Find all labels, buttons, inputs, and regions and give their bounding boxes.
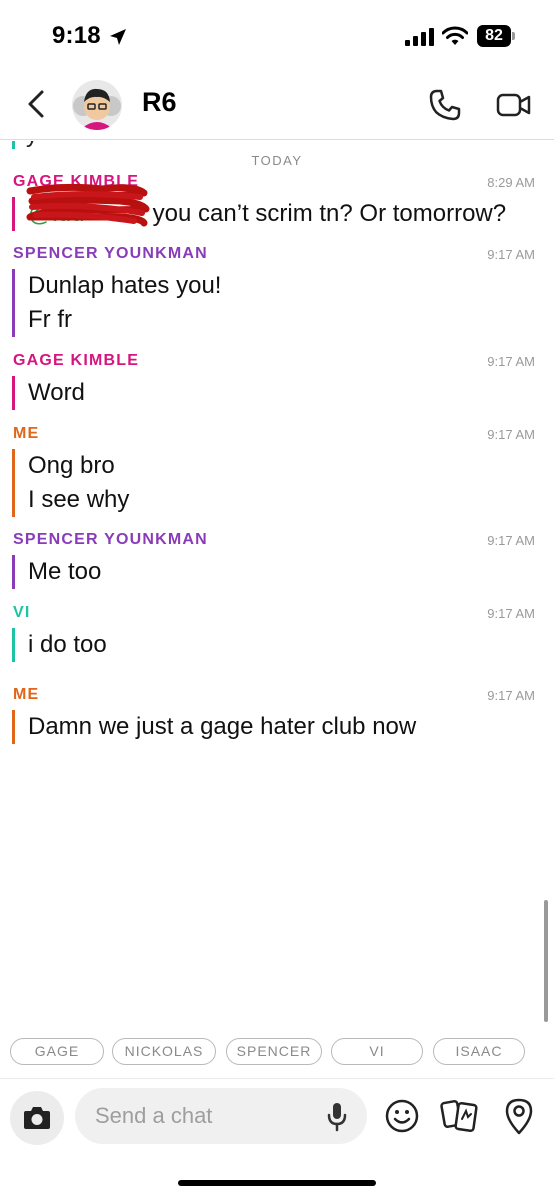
message-line: Ong bro: [28, 452, 115, 479]
scrollbar[interactable]: [544, 900, 548, 1022]
cards-icon[interactable]: [440, 1097, 480, 1135]
back-icon[interactable]: [22, 88, 50, 120]
chip-nickolas[interactable]: NICKOLAS: [112, 1038, 216, 1065]
message-time: 9:17 AM: [487, 688, 535, 703]
message-line: @lud you can’t scrim tn? Or tomorrow?: [26, 183, 507, 231]
message-sender: SPENCER YOUNKMAN: [13, 245, 208, 262]
status-bar: 9:18 82: [0, 0, 554, 70]
chat-messages[interactable]: y TODAY GAGE KIMBLE 8:29 AM @lud you can…: [0, 141, 554, 1021]
battery-level: 82: [477, 25, 511, 47]
message-line: Damn we just a gage hater club now: [28, 713, 417, 740]
message-line: Fr fr: [28, 306, 72, 333]
message-time: 9:17 AM: [487, 247, 535, 262]
phone-icon[interactable]: [428, 88, 462, 122]
message-line: I see why: [28, 486, 130, 513]
message-sender: VI: [13, 604, 31, 621]
chip-vi[interactable]: VI: [331, 1038, 423, 1065]
message-line: Me too: [28, 558, 102, 585]
avatar-image: [73, 88, 121, 130]
message-line: Word: [28, 379, 85, 406]
message-line: i do too: [28, 631, 107, 658]
message-body: Damn we just a gage hater club now: [12, 710, 416, 744]
message-body: Me too: [12, 555, 101, 589]
message-body: Word: [12, 376, 85, 410]
message-body: @lud you can’t scrim tn? Or tomorrow?: [12, 183, 507, 231]
chip-gage[interactable]: GAGE: [10, 1038, 104, 1065]
battery-cap: [512, 32, 515, 40]
home-indicator[interactable]: [178, 1180, 376, 1186]
group-avatar[interactable]: [72, 80, 122, 130]
mention[interactable]: @lud: [26, 183, 150, 231]
chip-isaac[interactable]: ISAAC: [433, 1038, 525, 1065]
input-bar: [0, 1078, 554, 1158]
message-text: you can’t scrim tn? Or tomorrow?: [152, 200, 507, 227]
message-time: 9:17 AM: [487, 533, 535, 548]
camera-icon: [24, 1107, 50, 1129]
message-time: 9:17 AM: [487, 606, 535, 621]
location-pin-icon[interactable]: [502, 1096, 536, 1136]
message-time: 8:29 AM: [487, 175, 535, 190]
battery-indicator: 82: [477, 25, 517, 47]
signal-icon: [405, 28, 434, 46]
previous-message-text: y: [26, 141, 38, 149]
location-arrow-icon: [110, 29, 126, 45]
day-divider: TODAY: [251, 153, 303, 168]
emoji-icon[interactable]: [384, 1098, 420, 1134]
chip-spencer[interactable]: SPENCER: [226, 1038, 322, 1065]
camera-button[interactable]: [10, 1091, 64, 1145]
message-sender: SPENCER YOUNKMAN: [13, 531, 208, 548]
message-body: Ong bro I see why: [12, 449, 129, 517]
redaction-scribble: [26, 183, 150, 227]
message-time: 9:17 AM: [487, 427, 535, 442]
message-sender: GAGE KIMBLE: [13, 352, 140, 369]
status-time: 9:18: [52, 22, 101, 49]
group-name[interactable]: R6: [142, 87, 177, 118]
message-sender: ME: [13, 425, 40, 442]
previous-message-bar: [12, 141, 15, 149]
chat-input[interactable]: [75, 1088, 367, 1144]
message-line: Dunlap hates you!: [28, 272, 222, 299]
message-time: 9:17 AM: [487, 354, 535, 369]
message-sender: ME: [13, 686, 40, 703]
video-icon[interactable]: [496, 90, 532, 120]
message-body: i do too: [12, 628, 107, 662]
chat-header: R6: [0, 70, 554, 140]
message-body: Dunlap hates you! Fr fr: [12, 269, 221, 337]
mic-icon[interactable]: [326, 1101, 348, 1133]
wifi-icon: [442, 26, 468, 45]
mention-chips: GAGE NICKOLAS SPENCER VI ISAAC: [0, 1038, 554, 1068]
